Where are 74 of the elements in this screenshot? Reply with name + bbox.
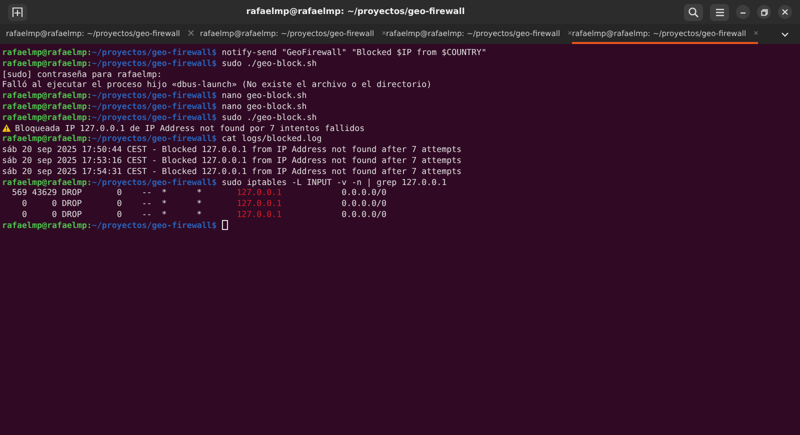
rule-field: * [196,198,202,208]
rule-field: * [196,208,202,219]
prompt-path: ~/proyectos/geo-firewall$ [92,47,217,58]
rule-field: 127.0.0.1 [236,187,282,198]
prompt-user: rafaelmp@rafaelmp: [2,100,92,112]
close-icon [782,9,788,15]
prompt-path: ~/proyectos/geo-firewall$ [92,100,217,112]
window-title: rafaelmp@rafaelmp: ~/proyectos/geo-firewall [245,7,466,17]
prompt-user: rafaelmp@rafaelmp: [2,90,92,101]
rule-field: 0 [52,208,57,219]
prompt-path: ~/proyectos/geo-firewall$ [92,58,217,69]
rule-field: 0 [116,187,122,198]
rule-field: 0.0.0.0/0 [342,208,387,219]
rule-field: 127.0.0.1 [236,208,282,219]
chevron-down-icon [781,32,789,36]
prompt-user: rafaelmp@rafaelmp: [2,112,92,123]
rule-field: 0 [116,198,122,208]
rule-field: 569 [12,187,27,198]
rule-field: 0.0.0.0/0 [342,198,387,208]
minimize-button[interactable] [736,5,750,19]
prompt-user: rafaelmp@rafaelmp: [2,133,92,144]
output-text: sáb 20 sep 2025 17:53:16 CEST - Blocked 127.0.0.1 from IP Address not found after 7 attempts [2,154,462,166]
new-tab-button[interactable] [8,4,27,20]
output-text: Bloqueada IP 127.0.0.1 de IP Address not found por 7 intentos fallidos [15,122,365,134]
output-text: [sudo] contraseña para rafaelmp: [2,68,162,80]
rule-field: 0.0.0.0/0 [342,187,387,198]
output-text: Falló al ejecutar el proceso hijo «dbus-launch» (No existe el archivo o el directorio) [2,79,432,90]
rule-field: 0 [22,198,27,208]
rule-field: 0 [52,198,57,208]
command-text: notify-send "GeoFirewall" "Blocked $IP from $COUNTRY" [222,47,487,58]
new-tab-icon [12,6,23,18]
output-text: sáb 20 sep 2025 17:50:44 CEST - Blocked 127.0.0.1 from IP Address not found after 7 attempts [2,144,462,155]
prompt-user: rafaelmp@rafaelmp: [2,58,92,69]
rule-field: 0 [116,208,122,219]
rule-field: -- [142,198,152,208]
output-text: sáb 20 sep 2025 17:54:31 CEST - Blocked 127.0.0.1 from IP Address not found after 7 attempts [2,166,462,177]
rule-field: DROP [62,187,82,198]
rule-field: 127.0.0.1 [236,198,282,208]
prompt-user: rafaelmp@rafaelmp: [2,220,92,231]
command-text: cat logs/blocked.log [222,133,322,144]
close-tab-icon[interactable] [568,30,572,36]
search-icon [688,6,699,18]
rule-field: * [162,198,167,208]
close-tab-icon[interactable] [754,30,758,36]
rule-field: 43629 [32,187,57,198]
restore-icon [760,8,768,16]
prompt-path: ~/proyectos/geo-firewall$ [92,90,217,101]
rule-field: -- [142,187,152,198]
command-text: sudo ./geo-block.sh [222,58,317,69]
rule-field: -- [142,208,152,219]
command-text: sudo iptables -L INPUT -v -n | grep 127.0.0.1 [222,176,447,188]
rule-field: 0 [22,208,27,219]
command-text: sudo ./geo-block.sh [222,112,317,123]
rule-field: * [196,187,202,198]
prompt-user: rafaelmp@rafaelmp: [2,176,92,188]
rule-field: DROP [62,198,82,208]
prompt-user: rafaelmp@rafaelmp: [2,47,92,58]
maximize-button[interactable] [757,5,771,19]
prompt-path: ~/proyectos/geo-firewall$ [92,220,217,231]
prompt-path: ~/proyectos/geo-firewall$ [92,133,217,144]
close-tab-icon[interactable] [188,30,194,36]
search-button[interactable] [684,4,703,20]
menu-icon [714,8,724,16]
rule-field: DROP [62,208,82,219]
rule-field: * [162,187,167,198]
close-button[interactable] [778,5,792,19]
close-tab-icon[interactable] [382,30,386,36]
prompt-path: ~/proyectos/geo-firewall$ [92,176,217,188]
prompt-path: ~/proyectos/geo-firewall$ [92,112,217,123]
command-text: nano geo-block.sh [222,90,307,101]
warning-icon [2,124,11,132]
command-text: nano geo-block.sh [222,100,307,112]
rule-field: * [162,208,167,219]
menu-button[interactable] [710,4,729,20]
